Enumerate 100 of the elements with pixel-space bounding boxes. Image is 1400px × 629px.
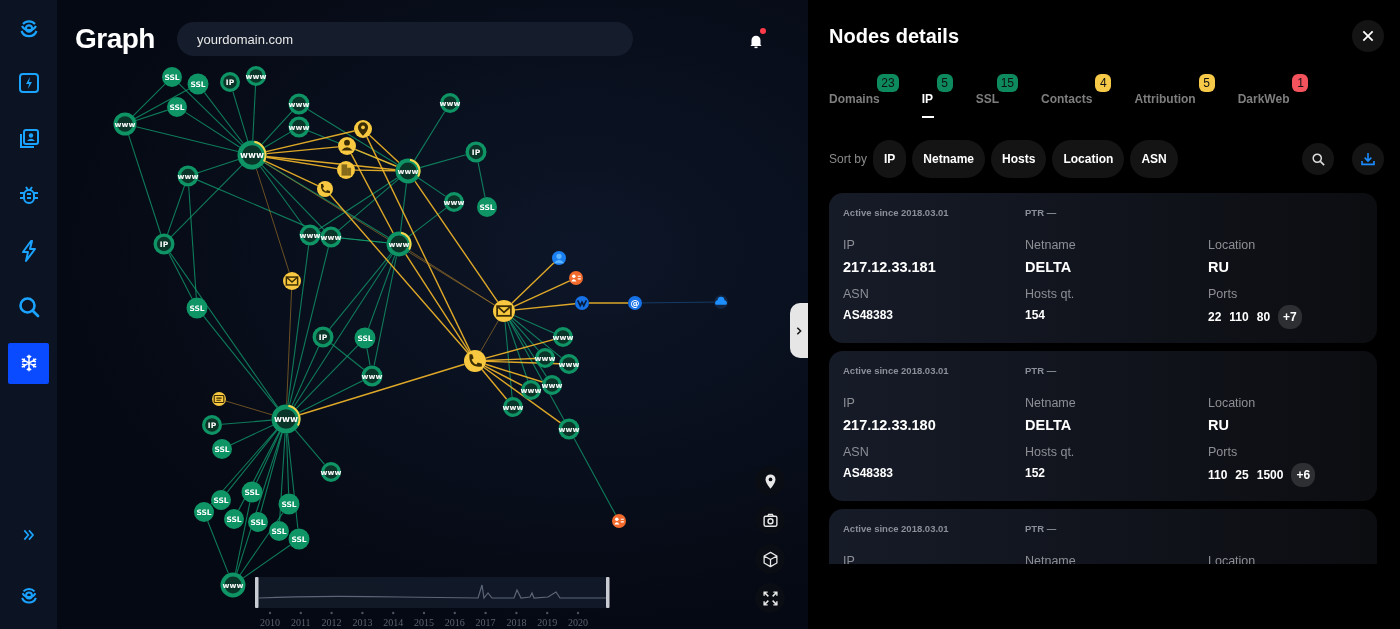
- port-number: 80: [1256, 309, 1271, 326]
- field-value: AS48383: [843, 307, 895, 324]
- more-ports-badge: +7: [1278, 305, 1302, 329]
- field-value: 217.12.33.181: [843, 258, 937, 277]
- contact-card-node[interactable]: [612, 514, 626, 528]
- count-badge: 4: [1095, 74, 1112, 92]
- timeline-range[interactable]: [256, 577, 609, 608]
- year-label: 2012: [321, 617, 342, 628]
- field-value: DELTA: [1025, 416, 1073, 435]
- social-node[interactable]: [575, 296, 589, 310]
- collapse-handle[interactable]: [790, 303, 808, 358]
- expand-icon: [761, 589, 779, 607]
- profile-node[interactable]: [552, 251, 566, 265]
- tab[interactable]: Attribution 5: [1134, 74, 1215, 128]
- tick-dot: [576, 611, 580, 615]
- sort-option[interactable]: ASN: [1130, 140, 1178, 178]
- id-card-node[interactable]: [212, 392, 226, 406]
- map-pin-button[interactable]: [755, 466, 785, 496]
- active-since: Active since 2018.03.01: [843, 522, 950, 536]
- mail-node[interactable]: [283, 272, 301, 290]
- sort-label: Sort by: [829, 151, 867, 168]
- port-number: 110: [1229, 309, 1249, 326]
- field-value: 217.12.33.180: [843, 416, 937, 435]
- field-label: IP: [843, 395, 856, 411]
- tick-dot: [484, 611, 487, 615]
- tick-dot: [422, 611, 426, 615]
- year-label: 2016: [444, 617, 465, 628]
- tab[interactable]: DarkWeb 1: [1237, 74, 1309, 128]
- tick-dot: [453, 611, 456, 615]
- sort-option[interactable]: Netname: [912, 140, 986, 178]
- count-badge: 23: [877, 74, 899, 92]
- tick-dot: [361, 611, 364, 615]
- port-number: 110: [1208, 467, 1228, 484]
- field-label: Hosts qt.: [1025, 444, 1076, 460]
- search-icon: [1310, 151, 1326, 167]
- chevron-right-icon: [794, 325, 804, 336]
- count-badge: 5: [1198, 74, 1215, 92]
- connector-line: [252, 85, 257, 142]
- mail-node[interactable]: [493, 300, 515, 322]
- snowflake-icon: [18, 353, 39, 374]
- close-icon: [1360, 28, 1376, 44]
- download-button[interactable]: [1352, 143, 1384, 175]
- fullscreen-button[interactable]: [755, 583, 785, 613]
- range-handle[interactable]: [255, 577, 259, 608]
- tick-dot: [268, 611, 272, 615]
- domain-node[interactable]: www: [271, 404, 301, 434]
- ptr-value: PTR —: [1025, 206, 1058, 220]
- 3d-view-button[interactable]: [755, 544, 785, 574]
- active-since: Active since 2018.03.01: [843, 364, 950, 378]
- page-title: Graph: [75, 22, 155, 56]
- cloud-node[interactable]: [714, 295, 728, 309]
- tab[interactable]: IP 5: [921, 74, 953, 128]
- field-value: DELTA: [1025, 258, 1073, 277]
- search-field[interactable]: yourdomain.com: [176, 22, 633, 56]
- person-node[interactable]: [338, 137, 356, 155]
- building-node[interactable]: [337, 161, 355, 179]
- tab[interactable]: Contacts 4: [1041, 74, 1112, 128]
- at-sign-node[interactable]: @: [628, 296, 642, 310]
- active-since: Active since 2018.03.01: [843, 206, 950, 220]
- field-label: Location: [1208, 395, 1257, 411]
- sort-option[interactable]: Hosts: [991, 140, 1047, 178]
- field-label: Location: [1208, 237, 1257, 253]
- year-label: 2014: [383, 617, 404, 628]
- year-label: 2018: [506, 617, 527, 628]
- close-button[interactable]: [1352, 20, 1384, 52]
- field-value: RU: [1208, 258, 1230, 277]
- search-icon: [16, 295, 41, 320]
- field-label: ASN: [843, 444, 870, 460]
- year-label: 2019: [537, 617, 558, 628]
- year-label: 2010: [260, 617, 280, 628]
- phone-node[interactable]: [317, 181, 333, 197]
- port-number: 25: [1235, 467, 1249, 484]
- tick-dot: [392, 611, 395, 615]
- tab[interactable]: Domains 23: [829, 74, 899, 128]
- sidebar-item[interactable]: [8, 342, 49, 384]
- count-badge: 15: [996, 74, 1019, 92]
- sort-option[interactable]: Location: [1052, 140, 1125, 178]
- sort-option[interactable]: IP: [873, 140, 907, 178]
- port-number: 1500: [1256, 467, 1284, 484]
- location-node[interactable]: [354, 120, 372, 138]
- domain-node[interactable]: www: [237, 140, 267, 170]
- field-label: Hosts qt.: [1025, 286, 1076, 302]
- tick-dot: [546, 611, 549, 615]
- tick-dot: [299, 611, 302, 615]
- search-button[interactable]: [1302, 143, 1334, 175]
- download-icon: [1360, 151, 1376, 167]
- camera-icon: [761, 511, 779, 529]
- field-value: 154: [1025, 307, 1047, 324]
- phone-node[interactable]: [464, 350, 486, 372]
- contact-card-node[interactable]: [569, 271, 583, 285]
- tab[interactable]: SSL 15: [975, 74, 1019, 128]
- year-label: 2011: [291, 617, 311, 628]
- field-label: IP: [843, 237, 856, 253]
- lightning-tile-icon: [16, 71, 41, 96]
- count-badge: 1: [1292, 74, 1309, 92]
- count-badge: 5: [936, 74, 953, 92]
- year-label: 2013: [352, 617, 373, 628]
- range-handle[interactable]: [606, 577, 610, 608]
- connector-line: [588, 302, 629, 304]
- year-label: 2020: [568, 617, 588, 628]
